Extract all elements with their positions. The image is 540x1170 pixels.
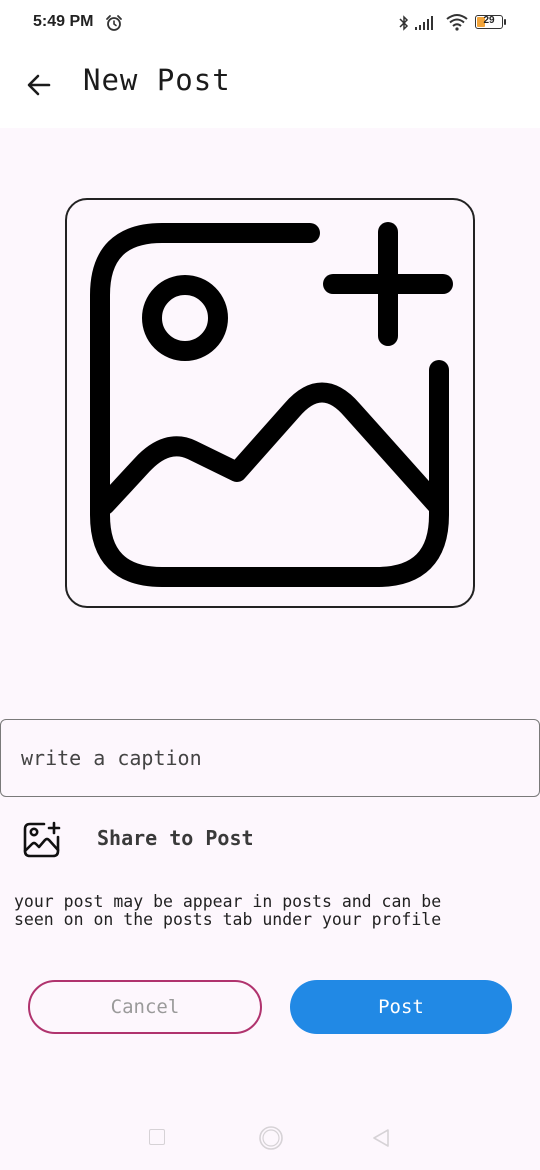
cancel-button[interactable]: Cancel (28, 980, 262, 1034)
page-title: New Post (83, 63, 231, 97)
recents-icon[interactable] (149, 1129, 165, 1145)
post-button[interactable]: Post (290, 980, 512, 1034)
home-icon[interactable] (258, 1125, 284, 1151)
add-photo-icon (90, 222, 453, 587)
image-picker[interactable] (65, 198, 475, 608)
share-to-post-label: Share to Post (97, 826, 254, 850)
battery-cap (504, 19, 506, 25)
status-time: 5:49 PM (33, 13, 94, 30)
caption-input[interactable] (21, 738, 511, 778)
caption-field (0, 719, 540, 797)
battery-level: 29 (483, 15, 495, 26)
signal-icon (415, 16, 433, 30)
back-button[interactable] (18, 64, 60, 106)
back-icon[interactable] (371, 1128, 391, 1148)
app-bar (0, 40, 540, 128)
battery-icon: 29 (475, 15, 503, 29)
wifi-icon (446, 14, 468, 31)
info-text: your post may be appear in posts and can… (14, 892, 442, 929)
arrow-left-icon (27, 74, 51, 96)
add-photo-icon (23, 821, 61, 858)
bluetooth-icon (399, 15, 409, 31)
alarm-icon (106, 15, 122, 31)
